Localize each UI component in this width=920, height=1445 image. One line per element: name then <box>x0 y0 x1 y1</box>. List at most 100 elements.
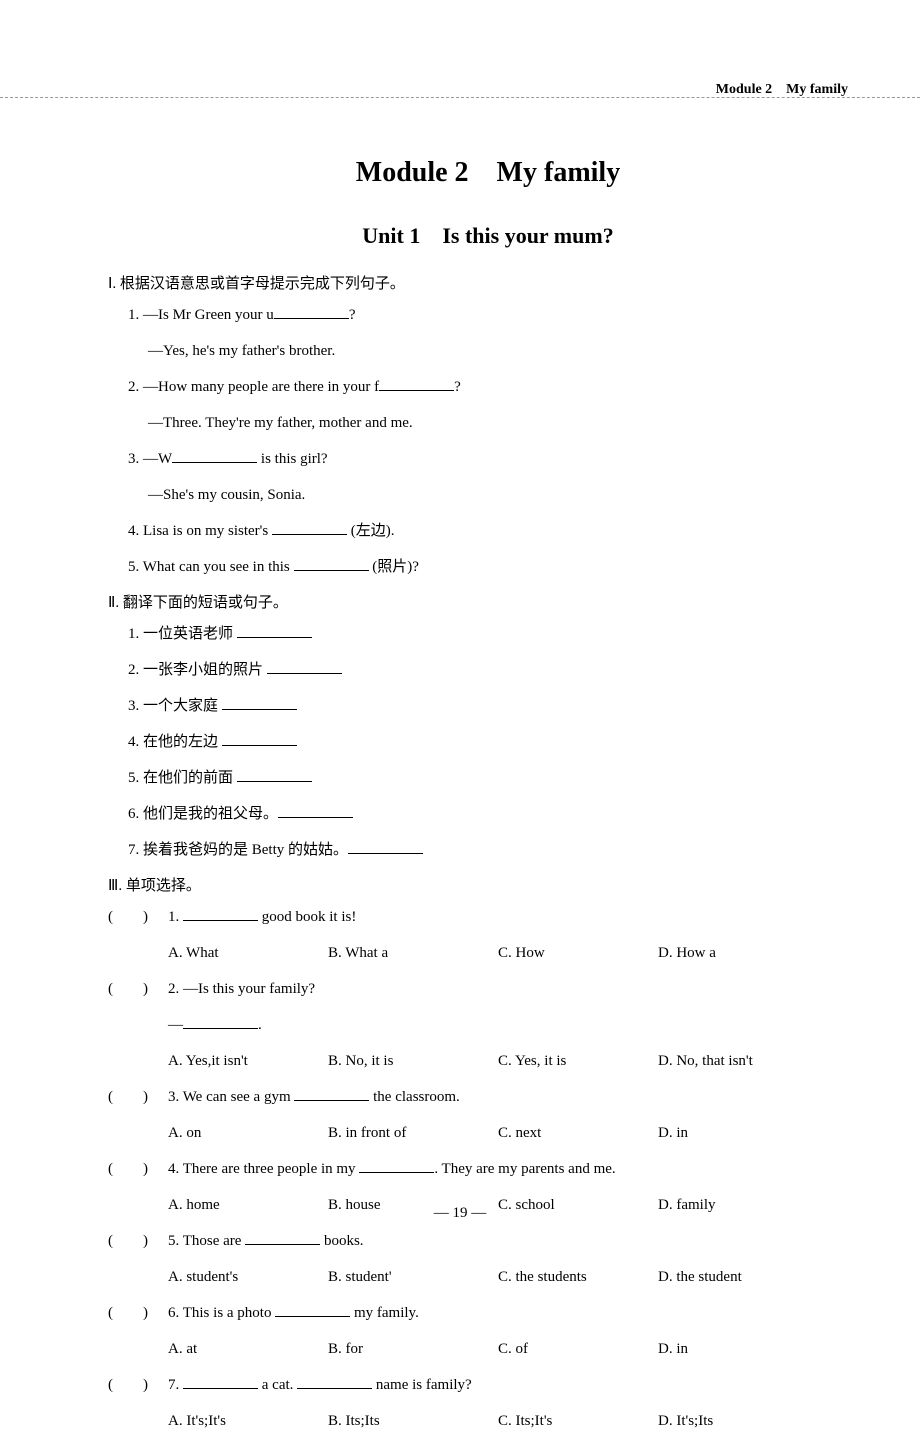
blank <box>275 1303 350 1317</box>
text: a cat. <box>258 1377 297 1393</box>
blank <box>379 377 454 391</box>
blank <box>222 732 297 746</box>
s1-q3-line1: 3. —W is this girl? <box>108 447 868 471</box>
s3-q1: ( ) 1. good book it is! <box>108 905 868 929</box>
s3-q1-opts: A. What B. What a C. How D. How a <box>108 941 868 965</box>
s2-item6: 6. 他们是我的祖父母。 <box>108 802 868 826</box>
text: 6. 他们是我的祖父母。 <box>128 806 278 822</box>
text: . <box>258 1017 262 1033</box>
answer-paren: ( ) <box>108 977 168 1001</box>
blank <box>272 521 347 535</box>
opt-b: B. What a <box>328 941 498 965</box>
s3-q7: ( ) 7. a cat. name is family? <box>108 1373 868 1397</box>
text: books. <box>320 1233 363 1249</box>
text: 1. —Is Mr Green your u <box>128 307 274 323</box>
opt-b: B. in front of <box>328 1121 498 1145</box>
text: good book it is! <box>258 909 356 925</box>
answer-paren: ( ) <box>108 1373 168 1397</box>
stem: 5. Those are books. <box>168 1229 868 1253</box>
blank <box>237 768 312 782</box>
opt-d: D. in <box>658 1121 868 1145</box>
opt-a: A. student's <box>168 1265 328 1289</box>
opt-d: D. How a <box>658 941 868 965</box>
blank <box>172 449 257 463</box>
blank <box>222 696 297 710</box>
opt-a: A. on <box>168 1121 328 1145</box>
section3-header: Ⅲ. 单项选择。 <box>108 874 868 895</box>
s1-q4: 4. Lisa is on my sister's (左边). <box>108 519 868 543</box>
s3-q3: ( ) 3. We can see a gym the classroom. <box>108 1085 868 1109</box>
blank <box>297 1375 372 1389</box>
opt-b: B. student' <box>328 1265 498 1289</box>
text: 4. There are three people in my <box>168 1161 359 1177</box>
opt-c: C. Its;It's <box>498 1409 658 1433</box>
text: 2. 一张李小姐的照片 <box>128 662 267 678</box>
blank <box>278 804 353 818</box>
stem: 4. There are three people in my . They a… <box>168 1157 868 1181</box>
blank <box>294 557 369 571</box>
text: 3. 一个大家庭 <box>128 698 222 714</box>
s3-q5-opts: A. student's B. student' C. the students… <box>108 1265 868 1289</box>
opt-d: D. in <box>658 1337 868 1361</box>
opt-a: A. Yes,it isn't <box>168 1049 328 1073</box>
s3-q2-opts: A. Yes,it isn't B. No, it is C. Yes, it … <box>108 1049 868 1073</box>
blank <box>183 907 258 921</box>
text: 5. What can you see in this <box>128 559 294 575</box>
text: name is family? <box>372 1377 472 1393</box>
s1-q1-line1: 1. —Is Mr Green your u? <box>108 303 868 327</box>
opt-c: C. next <box>498 1121 658 1145</box>
text: 3. We can see a gym <box>168 1089 294 1105</box>
opt-a: A. at <box>168 1337 328 1361</box>
answer-paren: ( ) <box>108 1301 168 1325</box>
text: 5. Those are <box>168 1233 245 1249</box>
stem: 3. We can see a gym the classroom. <box>168 1085 868 1109</box>
stem: 7. a cat. name is family? <box>168 1373 868 1397</box>
opt-b: B. Its;Its <box>328 1409 498 1433</box>
s3-q4: ( ) 4. There are three people in my . Th… <box>108 1157 868 1181</box>
opt-d: D. It's;Its <box>658 1409 868 1433</box>
text: 4. Lisa is on my sister's <box>128 523 272 539</box>
opt-c: C. of <box>498 1337 658 1361</box>
text: 4. 在他的左边 <box>128 734 222 750</box>
text: the classroom. <box>369 1089 459 1105</box>
header-divider <box>0 97 920 98</box>
opt-c: C. How <box>498 941 658 965</box>
text: (照片)? <box>369 559 419 575</box>
blank <box>237 624 312 638</box>
page-number: — 19 — <box>0 1205 920 1222</box>
s1-q2-line2: —Three. They're my father, mother and me… <box>108 411 868 435</box>
blank <box>183 1015 258 1029</box>
s3-q3-opts: A. on B. in front of C. next D. in <box>108 1121 868 1145</box>
blank <box>274 305 349 319</box>
opt-d: D. the student <box>658 1265 868 1289</box>
s2-item5: 5. 在他们的前面 <box>108 766 868 790</box>
s1-q5: 5. What can you see in this (照片)? <box>108 555 868 579</box>
stem: 1. good book it is! <box>168 905 868 929</box>
blank <box>294 1087 369 1101</box>
opt-a: A. It's;It's <box>168 1409 328 1433</box>
s2-item2: 2. 一张李小姐的照片 <box>108 658 868 682</box>
answer-paren: ( ) <box>108 1229 168 1253</box>
blank <box>359 1159 434 1173</box>
text: ? <box>454 379 461 395</box>
unit-title: Unit 1 Is this your mum? <box>108 218 868 250</box>
page-content: Module 2 My family Unit 1 Is this your m… <box>108 150 868 1445</box>
answer-paren: ( ) <box>108 1085 168 1109</box>
blank <box>245 1231 320 1245</box>
opt-c: C. the students <box>498 1265 658 1289</box>
answer-paren: ( ) <box>108 1157 168 1181</box>
s2-item1: 1. 一位英语老师 <box>108 622 868 646</box>
stem: 2. —Is this your family? <box>168 977 868 1001</box>
text: 7. <box>168 1377 183 1393</box>
blank <box>348 840 423 854</box>
text: 1. <box>168 909 183 925</box>
s1-q2-line1: 2. —How many people are there in your f? <box>108 375 868 399</box>
blank <box>267 660 342 674</box>
stem-sub: —. <box>168 1013 868 1037</box>
page-header-breadcrumb: Module 2 My family <box>716 78 848 98</box>
text: (左边). <box>347 523 395 539</box>
section2-header: Ⅱ. 翻译下面的短语或句子。 <box>108 591 868 612</box>
s2-item3: 3. 一个大家庭 <box>108 694 868 718</box>
text: ? <box>349 307 356 323</box>
text: — <box>168 1017 183 1033</box>
